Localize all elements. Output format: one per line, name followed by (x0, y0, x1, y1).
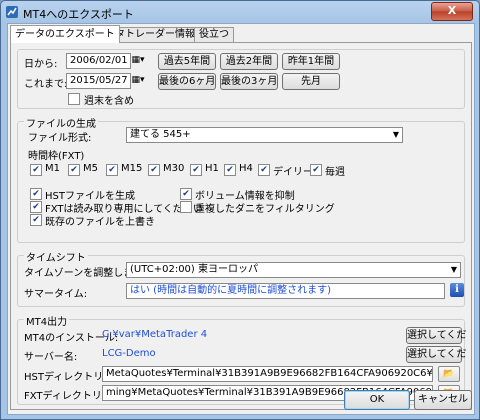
hst-folder-icon[interactable]: 📂 (438, 366, 460, 382)
timeframe-m1-label: M1 (45, 163, 60, 174)
generate-hst-checkbox[interactable]: ✔ (30, 188, 42, 200)
timeframe-m15-checkbox[interactable]: ✔ (106, 164, 118, 176)
to-date-field[interactable]: 2015/05/27 (66, 73, 131, 89)
tab-useful[interactable]: 役立つ (194, 27, 234, 42)
window-title: MT4へのエクスポート (23, 8, 134, 21)
to-date-picker-icon[interactable]: ▦▾ (130, 73, 146, 87)
mt4-install-path[interactable]: C:¥var¥MetaTrader 4 (102, 329, 207, 340)
info-icon[interactable]: i (450, 283, 464, 297)
timezone-value: (UTC+02:00) 東ヨーロッパ (130, 264, 259, 275)
server-name-label: サーバー名: (24, 352, 78, 363)
timeframe-weekly-label: 毎週 (325, 167, 345, 178)
to-date-label: これまで: (24, 79, 68, 90)
include-weekend-label: 週末を含め (84, 96, 134, 107)
suppress-volume-checkbox[interactable]: ✔ (180, 188, 192, 200)
dialog-body: データのエクスポート メタトレーダー情報 役立つ 日から: 2006/02/01… (7, 23, 475, 415)
timeframe-m5-label: M5 (83, 163, 98, 174)
file-generation-title: ファイルの生成 (24, 115, 98, 130)
preset-last-month-button[interactable]: 先月 (282, 73, 340, 90)
chevron-down-icon: ▼ (392, 130, 399, 139)
file-format-value: 建てる 545+ (130, 129, 191, 140)
close-button[interactable]: X (431, 2, 473, 21)
file-generation-group: ファイルの生成 ファイル形式: 建てる 545+ ▼ 時間枠(FXT) ✔ M1… (17, 115, 465, 243)
filter-duplicate-ticks-checkbox[interactable] (180, 201, 192, 213)
overwrite-existing-label: 既存のファイルを上書き (45, 217, 155, 228)
ok-button[interactable]: OK (344, 390, 410, 410)
overwrite-existing-checkbox[interactable]: ✔ (30, 214, 42, 226)
timeframe-h4-label: H4 (239, 163, 253, 174)
mt4-install-browse-button[interactable]: 選択してくだ (406, 327, 466, 344)
from-date-picker-icon[interactable]: ▦▾ (130, 53, 146, 67)
timeframe-daily-label: デイリー (273, 167, 313, 178)
timeframe-h4-checkbox[interactable]: ✔ (224, 164, 236, 176)
timeframe-m1-checkbox[interactable]: ✔ (30, 164, 42, 176)
timeframe-m30-checkbox[interactable]: ✔ (148, 164, 160, 176)
file-format-select[interactable]: 建てる 545+ ▼ (126, 127, 403, 143)
timezone-select[interactable]: (UTC+02:00) 東ヨーロッパ ▼ (126, 262, 461, 278)
timeframe-h1-checkbox[interactable]: ✔ (190, 164, 202, 176)
preset-last-3-months-button[interactable]: 最後の3ヶ月 (220, 73, 278, 90)
timeframe-daily-checkbox[interactable]: ✔ (258, 164, 270, 176)
filter-duplicate-ticks-label: 重複したダニをフィルタリング (195, 204, 335, 215)
hst-directory-field[interactable]: MetaQuotes¥Terminal¥31B391A9B9E96682FB16… (102, 366, 433, 382)
fxt-readonly-checkbox[interactable]: ✔ (30, 201, 42, 213)
preset-last-year-button[interactable]: 昨年1年間 (282, 53, 340, 70)
tab-data-export[interactable]: データのエクスポート (10, 25, 120, 43)
timeframe-m30-label: M30 (163, 163, 185, 174)
preset-last-2-years-button[interactable]: 過去2年間 (220, 53, 278, 70)
tab-panel: 日から: 2006/02/01 ▦▾ これまで: 2015/05/27 ▦▾ 過… (10, 42, 472, 410)
cancel-button[interactable]: キャンセル (414, 390, 472, 410)
mt4-output-title: MT4出力 (24, 313, 70, 328)
from-date-field[interactable]: 2006/02/01 (66, 53, 131, 69)
dst-label: サマータイム: (24, 289, 88, 300)
preset-last-5-years-button[interactable]: 過去5年間 (158, 53, 216, 70)
date-range-group: 日から: 2006/02/01 ▦▾ これまで: 2015/05/27 ▦▾ 過… (17, 49, 465, 109)
file-format-label: ファイル形式: (28, 133, 92, 144)
hst-directory-label: HSTディレクトリ: (24, 372, 107, 383)
timeshift-group: タイムシフト タイムゾーンを調整します。 (UTC+02:00) 東ヨーロッパ … (17, 249, 465, 307)
include-weekend-checkbox[interactable] (68, 93, 80, 105)
dst-value: はい (時間は自動的に夏時間に調整されます) (126, 283, 445, 299)
timeframe-h1-label: H1 (205, 163, 219, 174)
fxt-directory-label: FXTディレクトリ: (24, 391, 106, 402)
timeshift-title: タイムシフト (24, 249, 88, 264)
timeframe-label: 時間枠(FXT) (28, 151, 85, 162)
app-icon (6, 6, 18, 18)
export-dialog: MT4へのエクスポート X データのエクスポート メタトレーダー情報 役立つ 日… (0, 0, 480, 420)
chevron-down-icon: ▼ (450, 265, 457, 274)
timeframe-m5-checkbox[interactable]: ✔ (68, 164, 80, 176)
server-browse-button[interactable]: 選択してくだ (406, 346, 466, 363)
server-name-value[interactable]: LCG-Demo (102, 348, 156, 359)
from-date-label: 日から: (24, 59, 58, 70)
preset-last-6-months-button[interactable]: 最後の6ヶ月 (158, 73, 216, 90)
timeframe-weekly-checkbox[interactable]: ✔ (310, 164, 322, 176)
title-bar[interactable]: MT4へのエクスポート X (1, 1, 479, 23)
timeframe-m15-label: M15 (121, 163, 143, 174)
